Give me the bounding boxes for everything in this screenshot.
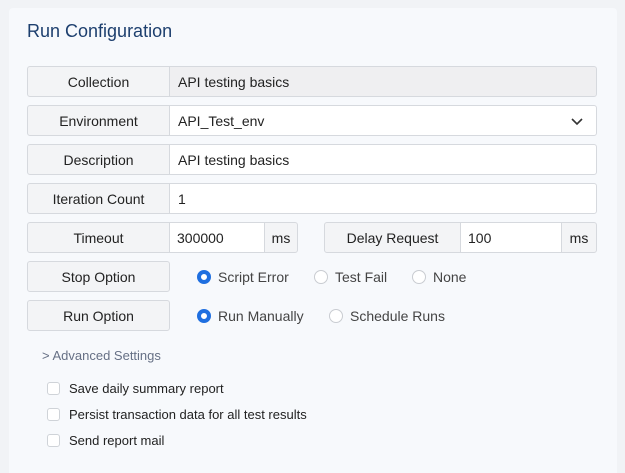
checkbox-icon	[47, 382, 60, 395]
description-row: Description API testing basics	[27, 144, 597, 175]
run-option-row: Run Option Run Manually Schedule Runs	[27, 300, 597, 331]
stop-option-row: Stop Option Script Error Test Fail None	[27, 261, 597, 292]
delay-request-unit: ms	[561, 222, 597, 253]
environment-select-value: API_Test_env	[178, 112, 265, 129]
radio-script-error[interactable]: Script Error	[197, 269, 289, 285]
environment-row: Environment API_Test_env	[27, 105, 597, 136]
radio-checked-icon	[197, 309, 211, 323]
timeout-unit: ms	[264, 222, 298, 253]
checkbox-save-daily-summary[interactable]: Save daily summary report	[47, 381, 224, 396]
advanced-settings-toggle[interactable]: > Advanced Settings	[42, 348, 161, 363]
radio-schedule-runs[interactable]: Schedule Runs	[329, 308, 445, 324]
radio-checked-icon	[197, 270, 211, 284]
environment-select[interactable]: API_Test_env	[169, 105, 597, 136]
iteration-count-input[interactable]: 1	[169, 183, 597, 214]
checkbox-send-report-mail[interactable]: Send report mail	[47, 433, 164, 448]
delay-request-input[interactable]: 100	[460, 222, 562, 253]
checkbox-label: Send report mail	[69, 433, 165, 448]
radio-none-label: None	[433, 269, 467, 285]
radio-test-fail[interactable]: Test Fail	[314, 269, 387, 285]
description-label: Description	[27, 144, 170, 175]
page-title: Run Configuration	[27, 21, 173, 41]
run-option-label: Run Option	[27, 300, 170, 331]
radio-script-error-label: Script Error	[218, 269, 289, 285]
radio-unchecked-icon	[314, 270, 328, 284]
radio-unchecked-icon	[412, 270, 426, 284]
checkbox-persist-transaction-data[interactable]: Persist transaction data for all test re…	[47, 407, 307, 422]
radio-run-manually-label: Run Manually	[218, 308, 304, 324]
timeout-delay-row: Timeout 300000 ms Delay Request 100 ms	[27, 222, 597, 253]
collection-row: Collection API testing basics	[27, 66, 597, 97]
collection-field: API testing basics	[169, 66, 597, 97]
collection-label: Collection	[27, 66, 170, 97]
timeout-label: Timeout	[27, 222, 170, 253]
iteration-count-label: Iteration Count	[27, 183, 170, 214]
radio-schedule-runs-label: Schedule Runs	[350, 308, 445, 324]
iteration-row: Iteration Count 1	[27, 183, 597, 214]
radio-unchecked-icon	[329, 309, 343, 323]
stop-option-label: Stop Option	[27, 261, 170, 292]
radio-test-fail-label: Test Fail	[335, 269, 388, 285]
delay-request-label: Delay Request	[324, 222, 461, 253]
checkbox-label: Persist transaction data for all test re…	[69, 407, 307, 422]
chevron-down-icon[interactable]	[570, 114, 584, 128]
checkbox-label: Save daily summary report	[69, 381, 224, 396]
environment-label: Environment	[27, 105, 170, 136]
radio-run-manually[interactable]: Run Manually	[197, 308, 304, 324]
timeout-input[interactable]: 300000	[169, 222, 265, 253]
checkbox-icon	[47, 408, 60, 421]
radio-none[interactable]: None	[412, 269, 466, 285]
description-input[interactable]: API testing basics	[169, 144, 597, 175]
checkbox-icon	[47, 434, 60, 447]
